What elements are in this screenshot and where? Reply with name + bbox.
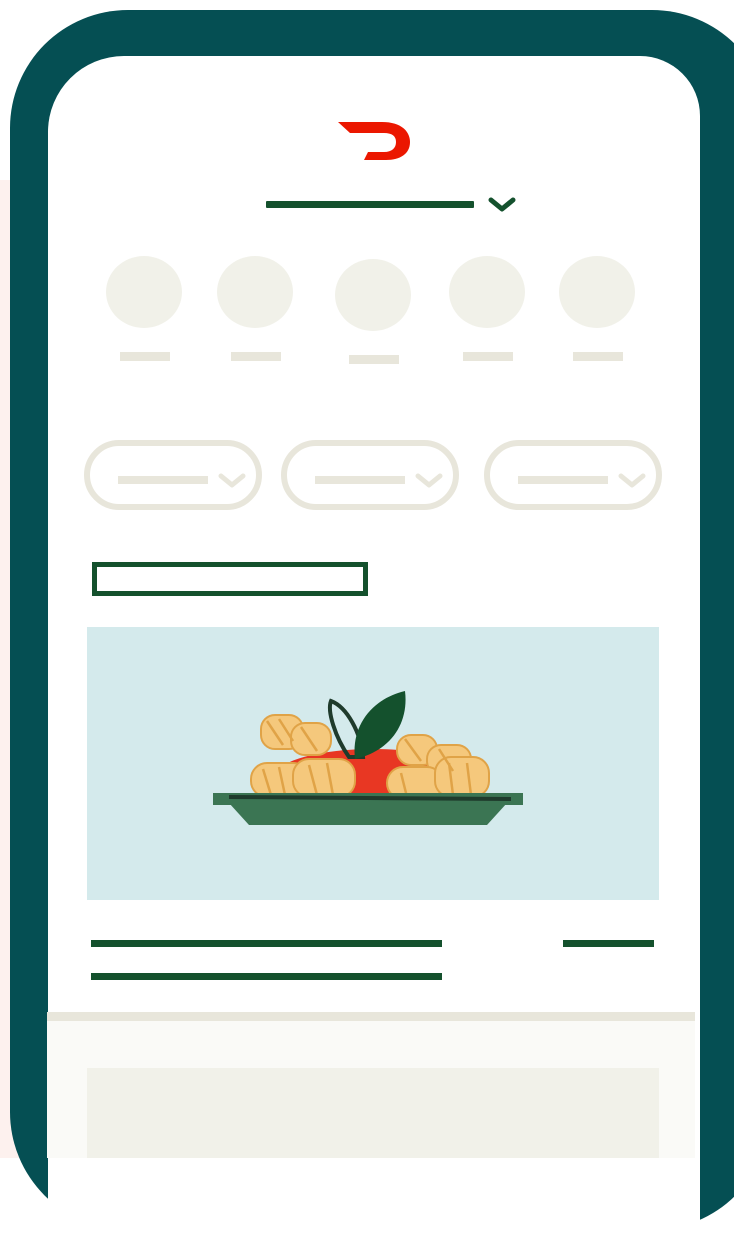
chevron-down-icon[interactable] xyxy=(488,196,516,214)
chevron-down-icon xyxy=(415,473,443,488)
filter-pill[interactable] xyxy=(84,440,262,510)
category-icon xyxy=(449,256,525,328)
category-icon xyxy=(106,256,182,328)
category-label xyxy=(349,355,399,364)
category-icon xyxy=(559,256,635,328)
chevron-down-icon xyxy=(218,473,246,488)
restaurant-details xyxy=(91,973,442,980)
filter-label xyxy=(315,476,405,484)
category-label xyxy=(231,352,281,361)
category-item[interactable] xyxy=(559,256,637,361)
category-label xyxy=(120,352,170,361)
next-card-placeholder[interactable] xyxy=(87,1068,659,1158)
food-card-image[interactable] xyxy=(87,627,659,900)
doordash-logo-icon[interactable] xyxy=(336,118,412,164)
restaurant-name xyxy=(91,940,442,947)
category-label xyxy=(463,352,513,361)
category-label xyxy=(573,352,623,361)
category-item[interactable] xyxy=(217,256,295,361)
category-item[interactable] xyxy=(335,259,413,364)
pasta-dish-illustration xyxy=(213,691,523,825)
category-icon xyxy=(217,256,293,328)
category-item[interactable] xyxy=(106,256,184,361)
category-icon xyxy=(335,259,411,331)
section-heading xyxy=(92,562,368,596)
restaurant-rating xyxy=(563,940,654,947)
filter-label xyxy=(518,476,608,484)
filter-pill[interactable] xyxy=(484,440,662,510)
chevron-down-icon xyxy=(618,473,646,488)
section-divider xyxy=(47,1012,695,1021)
filter-label xyxy=(118,476,208,484)
category-item[interactable] xyxy=(449,256,527,361)
delivery-address[interactable] xyxy=(266,201,474,208)
filter-pill[interactable] xyxy=(281,440,459,510)
